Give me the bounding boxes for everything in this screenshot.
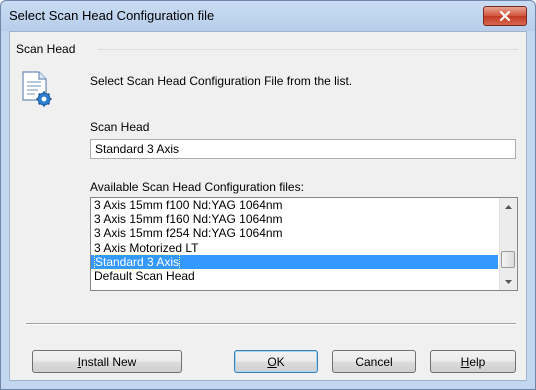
scroll-thumb[interactable] [501,251,515,268]
ok-button[interactable]: OK [234,350,318,373]
list-item[interactable]: Standard 3 Axis [91,253,498,270]
available-files-label: Available Scan Head Configuration files: [90,180,304,194]
list-item[interactable]: 3 Axis 15mm f100 Nd:YAG 1064nm [91,198,498,212]
close-button[interactable] [483,6,527,26]
cancel-label: Cancel [355,354,393,369]
help-button[interactable]: Help [430,350,516,373]
list-item-label: Standard 3 Axis [94,253,181,270]
title-bar[interactable]: Select Scan Head Configuration file [1,1,535,31]
list-item[interactable]: 3 Axis 15mm f254 Nd:YAG 1064nm [91,226,498,240]
close-icon [499,11,511,21]
install-new-button[interactable]: Install New [32,350,182,373]
ok-mnemonic: O [267,354,277,369]
list-item-label: 3 Axis 15mm f160 Nd:YAG 1064nm [94,212,283,227]
document-settings-icon [22,71,52,107]
scan-head-field[interactable]: Standard 3 Axis [90,139,516,159]
install-new-label: nstall New [80,354,137,369]
group-label: Scan Head [16,42,78,56]
list-items: 3 Axis 15mm f100 Nd:YAG 1064nm 3 Axis 15m… [91,198,498,283]
list-item-label: 3 Axis Motorized LT [94,240,199,255]
ok-label: K [276,354,285,369]
config-files-listbox[interactable]: 3 Axis 15mm f100 Nd:YAG 1064nm 3 Axis 15m… [90,197,518,291]
vertical-scrollbar[interactable] [499,198,517,290]
scroll-down-arrow-icon [505,279,512,284]
cancel-button[interactable]: Cancel [332,350,416,373]
list-item-label: Default Scan Head [94,268,195,283]
list-item-label: 3 Axis 15mm f254 Nd:YAG 1064nm [94,226,283,241]
button-separator [26,323,516,325]
list-item[interactable]: 3 Axis Motorized LT [91,241,498,255]
list-item[interactable]: Default Scan Head [91,269,498,283]
help-label: elp [469,354,486,369]
scroll-down-button[interactable] [500,273,517,290]
instruction-text: Select Scan Head Configuration File from… [90,74,353,88]
group-divider [98,49,518,50]
help-mnemonic: H [460,354,470,369]
scan-head-label: Scan Head [90,120,150,134]
scroll-up-arrow-icon [505,204,512,209]
list-item-label: 3 Axis 15mm f100 Nd:YAG 1064nm [94,198,283,212]
dialog-body: Scan Head Select Scan Head Configuration… [9,31,527,381]
list-item[interactable]: 3 Axis 15mm f160 Nd:YAG 1064nm [91,212,498,226]
window-title: Select Scan Head Configuration file [9,8,215,23]
dialog-window: Select Scan Head Configuration file Scan… [0,0,536,390]
scroll-up-button[interactable] [500,198,517,215]
